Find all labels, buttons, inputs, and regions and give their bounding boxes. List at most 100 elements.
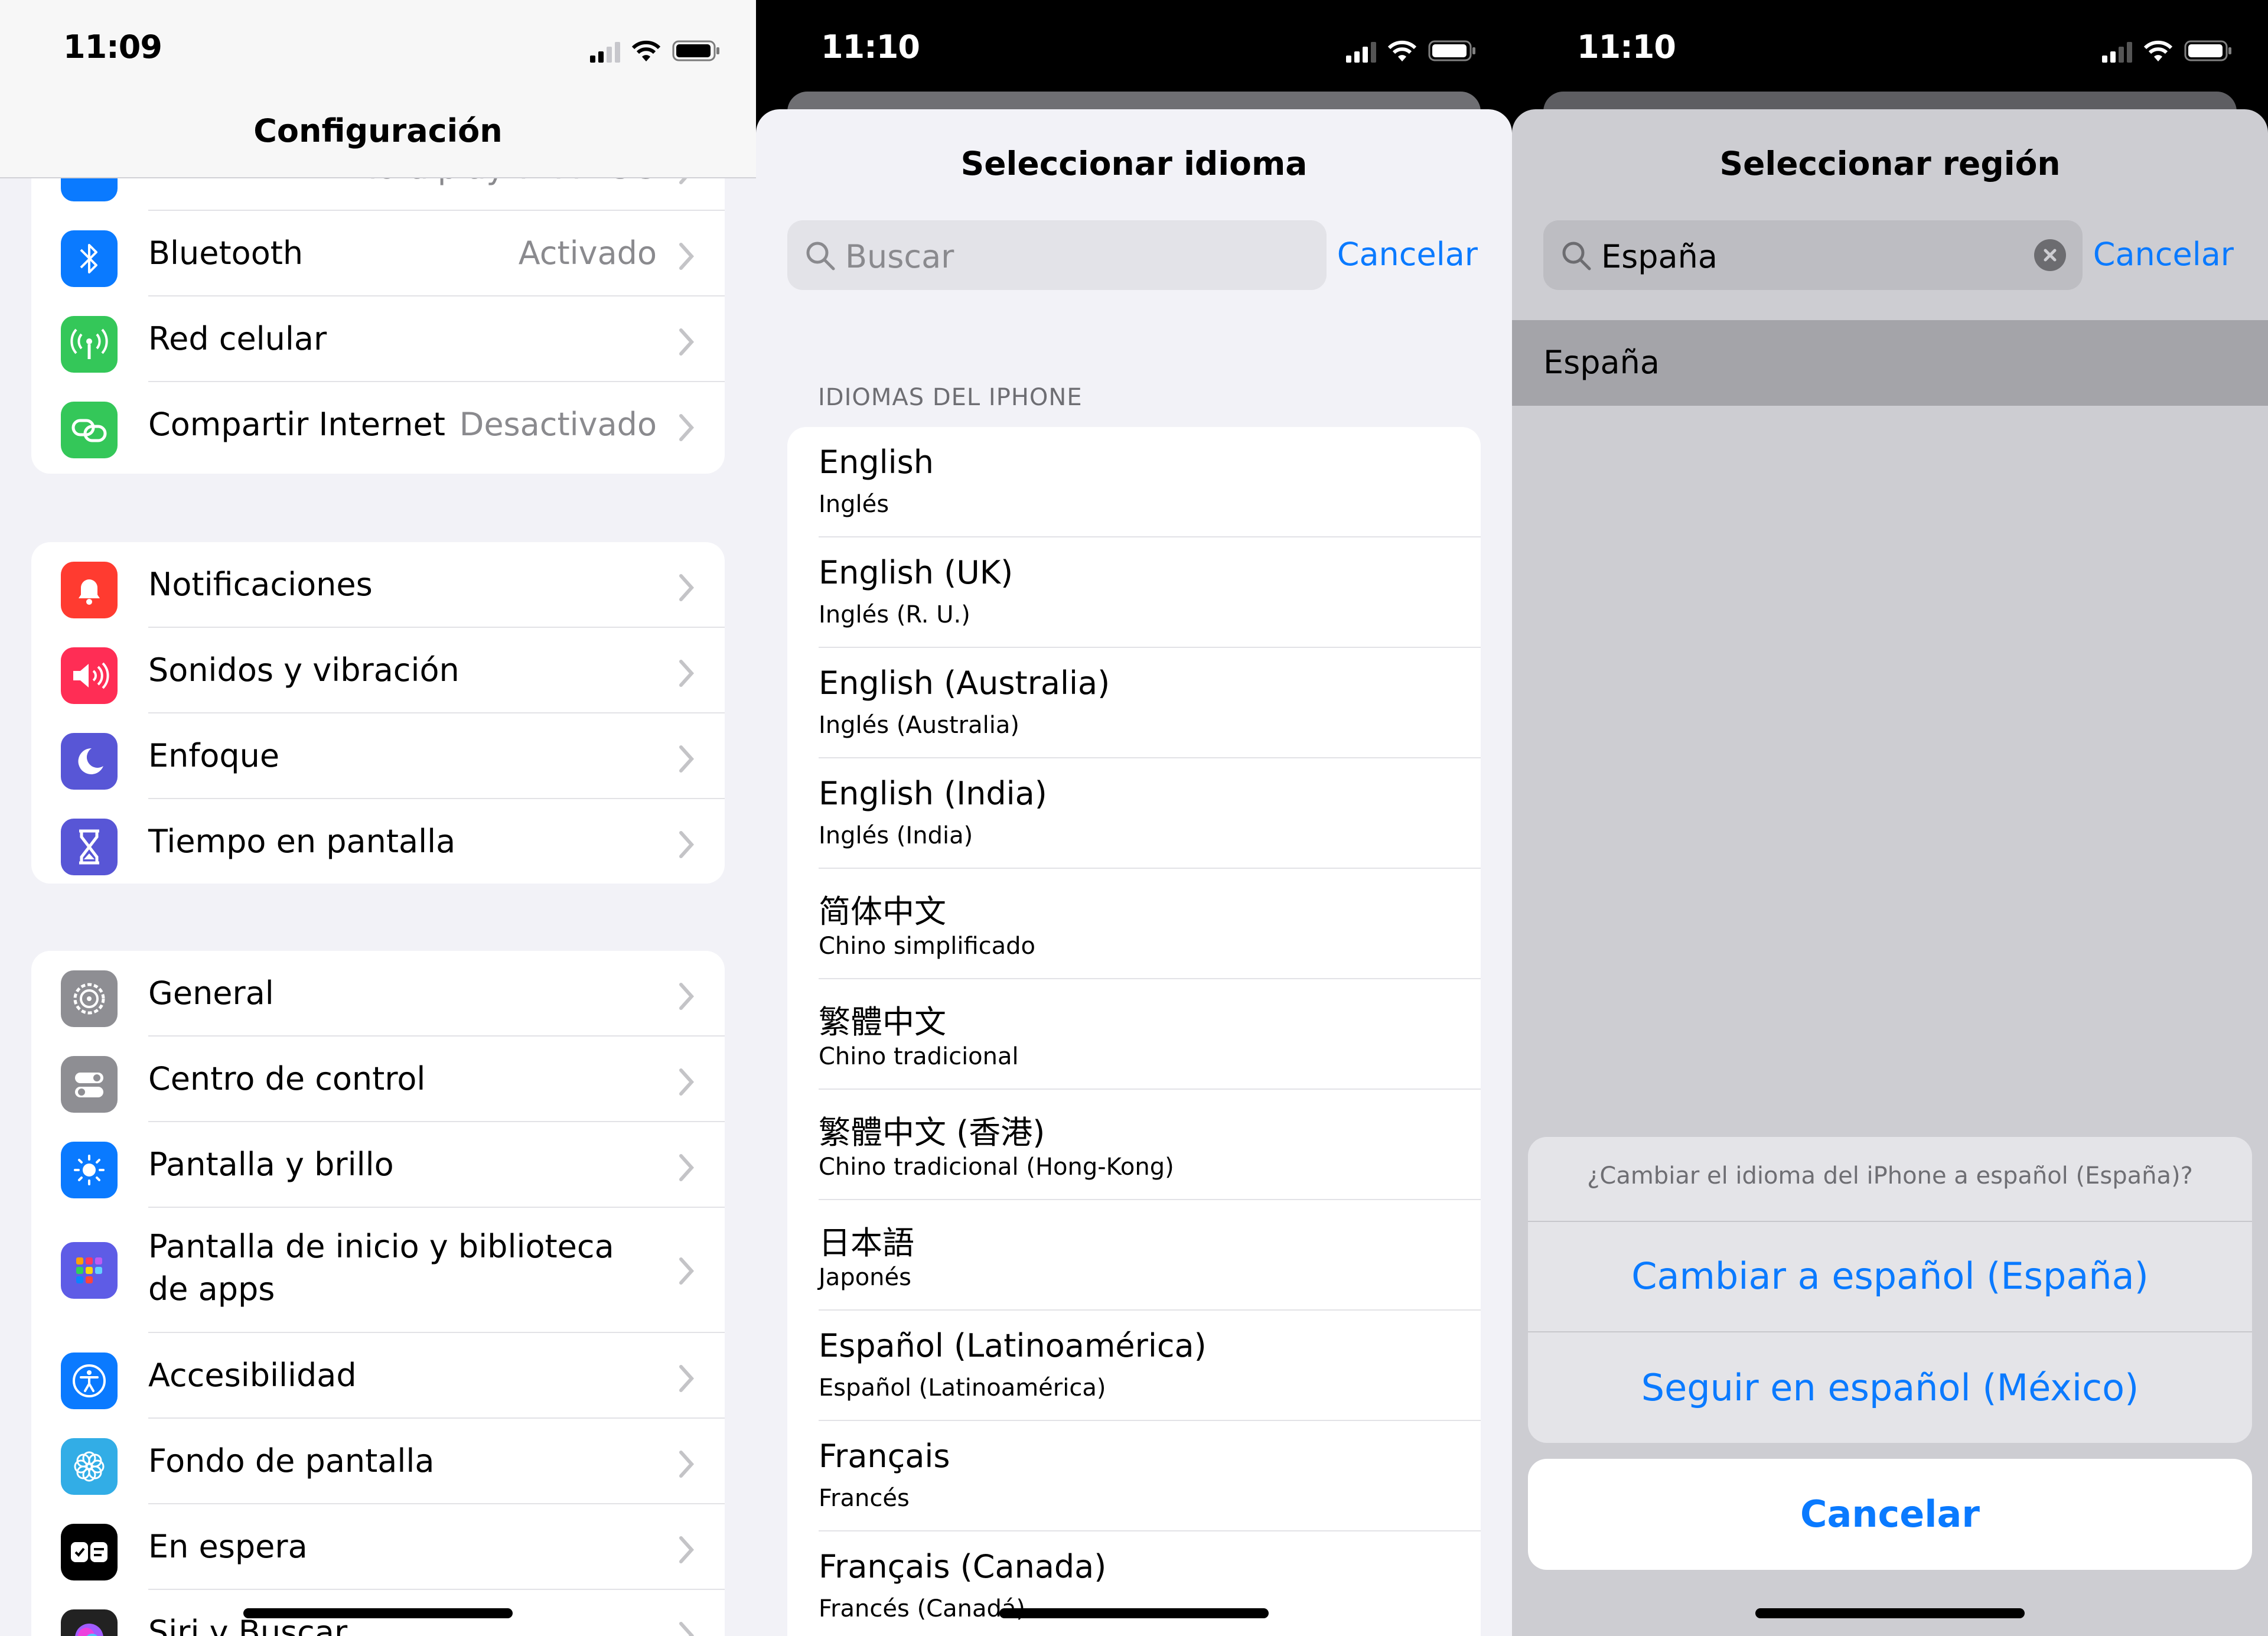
settings-row-home-screen[interactable]: Pantalla de inicio y biblioteca de apps <box>31 1208 725 1333</box>
cellular-signal-icon <box>2102 41 2132 63</box>
home-indicator[interactable] <box>999 1608 1269 1618</box>
language-translation: Chino tradicional <box>819 1043 1019 1070</box>
language-translation: Inglés <box>819 491 889 518</box>
app-grid-icon <box>61 1242 118 1299</box>
settings-row-general[interactable]: General <box>31 951 725 1037</box>
standby-icon <box>61 1524 118 1580</box>
language-list: English Inglés English (UK) Inglés (R. U.) E… <box>787 427 1481 1636</box>
row-label: En espera <box>148 1528 308 1565</box>
keep-language-button[interactable]: Seguir en español (México) <box>1528 1332 2252 1443</box>
settings-row-sounds[interactable]: Sonidos y vibración <box>31 628 725 713</box>
settings-row-cellular[interactable]: Red celular <box>31 296 725 382</box>
language-row[interactable]: 繁體中文 (香港) Chino tradicional (Hong-Kong) <box>787 1090 1481 1200</box>
settings-row-display[interactable]: Pantalla y brillo <box>31 1122 725 1208</box>
cancel-button[interactable]: Cancelar <box>1337 236 1478 273</box>
settings-group-general: General Centro de control Pantalla y bri… <box>31 951 725 1636</box>
home-indicator[interactable] <box>1755 1608 2025 1618</box>
language-name: 简体中文 <box>819 893 946 930</box>
row-value: Desactivado <box>459 406 657 443</box>
language-translation: Francés (Canadá) <box>819 1595 1025 1622</box>
language-row[interactable]: Français Francés <box>787 1421 1481 1531</box>
hotspot-icon <box>61 402 118 458</box>
chevron-right-icon <box>679 1365 695 1392</box>
sheet-title: Seleccionar idioma <box>960 145 1308 182</box>
status-bar: 11:09 <box>0 0 756 97</box>
row-label: Sonidos y vibración <box>148 651 460 689</box>
settings-row-bluetooth[interactable]: Bluetooth Activado <box>31 211 725 296</box>
settings-row-control-center[interactable]: Centro de control <box>31 1037 725 1122</box>
action-cancel-button[interactable]: Cancelar <box>1528 1459 2252 1570</box>
settings-row-notifications[interactable]: Notificaciones <box>31 542 725 628</box>
toggles-icon <box>61 1056 118 1113</box>
row-label: Compartir Internet <box>148 406 445 443</box>
bell-icon <box>61 562 118 618</box>
language-row[interactable]: English (India) Inglés (India) <box>787 758 1481 869</box>
clear-search-icon[interactable] <box>2034 239 2066 271</box>
region-sheet: Seleccionar región España Cancelar Españ… <box>1512 109 2268 1636</box>
language-row[interactable]: 繁體中文 Chino tradicional <box>787 979 1481 1090</box>
battery-icon <box>672 39 721 63</box>
language-name: 繁體中文 <box>819 1003 946 1041</box>
chevron-right-icon <box>679 1451 695 1478</box>
home-indicator[interactable] <box>243 1608 513 1618</box>
language-name: English <box>819 444 934 481</box>
row-value: Activado <box>518 234 657 272</box>
language-row[interactable]: 简体中文 Chino simplificado <box>787 869 1481 979</box>
wifi-status-icon <box>631 40 662 63</box>
row-label: Bluetooth <box>148 234 304 272</box>
chevron-right-icon <box>679 745 695 773</box>
settings-group-notifications: Notificaciones Sonidos y vibración Enfoq… <box>31 542 725 884</box>
row-label: Notificaciones <box>148 566 373 603</box>
row-label: Pantalla de inicio y biblioteca <box>148 1228 614 1265</box>
status-time: 11:09 <box>63 28 162 66</box>
language-name: English (Australia) <box>819 664 1110 702</box>
chevron-right-icon <box>679 983 695 1010</box>
action-sheet-message: ¿Cambiar el idioma del iPhone a español … <box>1587 1162 2193 1189</box>
chevron-right-icon <box>679 1622 695 1636</box>
status-time: 11:10 <box>1577 28 1676 66</box>
row-label: Tiempo en pantalla <box>148 823 456 860</box>
status-bar: 11:10 <box>1512 0 2268 97</box>
accessibility-icon <box>61 1353 118 1409</box>
settings-row-focus[interactable]: Enfoque <box>31 713 725 799</box>
language-translation: Español (Latinoamérica) <box>819 1374 1106 1402</box>
cancel-button[interactable]: Cancelar <box>2093 236 2234 273</box>
language-translation: Chino simplificado <box>819 933 1036 960</box>
search-field[interactable]: Buscar <box>787 220 1327 290</box>
action-sheet: ¿Cambiar el idioma del iPhone a español … <box>1528 1137 2252 1443</box>
settings-row-hotspot[interactable]: Compartir Internet Desactivado <box>31 382 725 468</box>
sheet-title: Seleccionar región <box>1719 145 2061 182</box>
row-label: Accesibilidad <box>148 1357 357 1394</box>
moon-icon <box>61 733 118 790</box>
chevron-right-icon <box>679 414 695 441</box>
status-bar: 11:10 <box>756 0 1512 97</box>
language-row[interactable]: English Inglés <box>787 427 1481 537</box>
hourglass-icon <box>61 819 118 875</box>
language-row[interactable]: Français (Canada) Francés (Canadá) <box>787 1531 1481 1636</box>
chevron-right-icon <box>679 328 695 356</box>
search-result-row[interactable]: España <box>1512 320 2268 406</box>
language-row[interactable]: Español (Latinoamérica) Español (Latinoam… <box>787 1311 1481 1421</box>
chevron-right-icon <box>679 1068 695 1096</box>
row-label: Fondo de pantalla <box>148 1442 435 1479</box>
change-language-button[interactable]: Cambiar a español (España) <box>1528 1221 2252 1331</box>
language-row[interactable]: 日本語 Japonés <box>787 1200 1481 1311</box>
language-row[interactable]: English (UK) Inglés (R. U.) <box>787 537 1481 648</box>
row-label-line2: de apps <box>148 1270 275 1308</box>
search-field[interactable]: España <box>1543 220 2083 290</box>
row-label: Centro de control <box>148 1060 426 1097</box>
settings-row-wallpaper[interactable]: Fondo de pantalla <box>31 1419 725 1504</box>
settings-row-screen-time[interactable]: Tiempo en pantalla <box>31 799 725 884</box>
cellular-signal-icon <box>1346 41 1376 63</box>
language-name: 日本語 <box>819 1224 914 1262</box>
chevron-right-icon <box>679 1154 695 1181</box>
language-translation: Inglés (India) <box>819 822 973 849</box>
section-header: IDIOMAS DEL IPHONE <box>818 384 1083 411</box>
settings-row-standby[interactable]: En espera <box>31 1504 725 1590</box>
wifi-status-icon <box>1387 40 1418 63</box>
language-name: Français (Canada) <box>819 1548 1107 1585</box>
language-panel: 11:10 Seleccionar idioma Buscar Cancelar… <box>756 0 1512 1636</box>
language-row[interactable]: English (Australia) Inglés (Australia) <box>787 648 1481 758</box>
settings-row-accessibility[interactable]: Accesibilidad <box>31 1333 725 1419</box>
language-translation: Inglés (R. U.) <box>819 601 970 628</box>
